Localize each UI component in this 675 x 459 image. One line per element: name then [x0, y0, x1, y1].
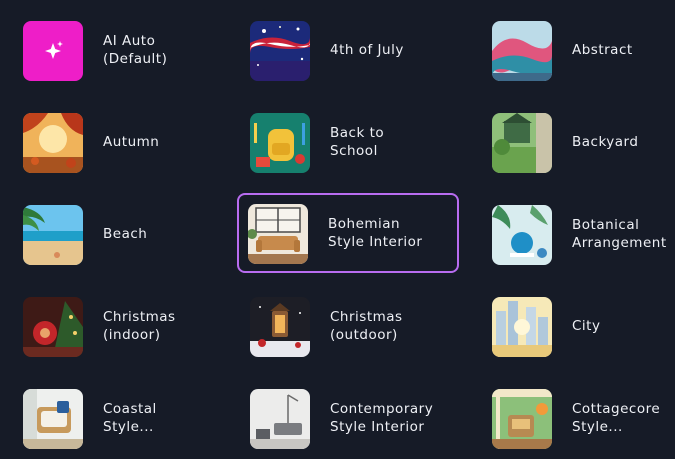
style-label: Christmas (outdoor)	[330, 309, 403, 343]
style-option-4th-of-july[interactable]: 4th of July	[239, 10, 461, 90]
style-option-botanical-arrangement[interactable]: Botanical Arrangement	[481, 194, 675, 274]
style-label: AI Auto (Default)	[103, 33, 168, 67]
contemporary-room-image	[250, 389, 310, 449]
style-label: City	[572, 318, 601, 334]
style-option-contemporary-style-interior[interactable]: Contemporary Style Interior	[239, 378, 461, 458]
style-option-autumn[interactable]: Autumn	[12, 102, 234, 182]
style-option-back-to-school[interactable]: Back to School	[239, 102, 461, 182]
style-label: Backyard	[572, 134, 639, 150]
style-option-coastal-style[interactable]: Coastal Style...	[12, 378, 234, 458]
school-backpack-image	[250, 113, 310, 173]
style-option-bohemian-style-interior[interactable]: Bohemian Style Interior	[237, 193, 459, 273]
christmas-tree-image	[23, 297, 83, 357]
style-label: Abstract	[572, 42, 633, 58]
style-option-christmas-indoor[interactable]: Christmas (indoor)	[12, 286, 234, 366]
style-label: 4th of July	[330, 42, 404, 58]
ai-auto-sparkle-icon	[23, 21, 83, 81]
cottage-porch-image	[492, 389, 552, 449]
style-label: Beach	[103, 226, 148, 242]
style-option-christmas-outdoor[interactable]: Christmas (outdoor)	[239, 286, 461, 366]
botanical-plants-image	[492, 205, 552, 265]
christmas-lantern-image	[250, 297, 310, 357]
backyard-garden-image	[492, 113, 552, 173]
style-label: Botanical Arrangement	[572, 217, 667, 251]
style-option-city[interactable]: City	[481, 286, 675, 366]
style-label: Contemporary Style Interior	[330, 401, 434, 435]
abstract-waves-image	[492, 21, 552, 81]
style-label: Christmas (indoor)	[103, 309, 176, 343]
style-label: Back to School	[330, 125, 385, 159]
style-label: Cottagecore Style...	[572, 401, 661, 435]
bohemian-sofa-image	[248, 204, 308, 264]
style-option-beach[interactable]: Beach	[12, 194, 234, 274]
style-label: Bohemian Style Interior	[328, 216, 423, 250]
style-option-backyard[interactable]: Backyard	[481, 102, 675, 182]
beach-palm-image	[23, 205, 83, 265]
style-option-ai-auto[interactable]: AI Auto (Default)	[12, 10, 234, 90]
style-label: Autumn	[103, 134, 160, 150]
city-skyline-image	[492, 297, 552, 357]
coastal-chair-image	[23, 389, 83, 449]
autumn-leaves-image	[23, 113, 83, 173]
fireworks-flag-image	[250, 21, 310, 81]
style-grid: AI Auto (Default) 4th of July Abstract A…	[0, 0, 675, 459]
style-option-cottagecore-style[interactable]: Cottagecore Style...	[481, 378, 675, 458]
style-label: Coastal Style...	[103, 401, 157, 435]
style-option-abstract[interactable]: Abstract	[481, 10, 675, 90]
